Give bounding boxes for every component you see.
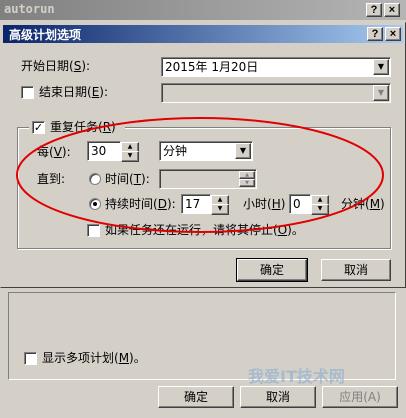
spin-down-icon[interactable]: ▼ — [239, 179, 255, 187]
repeat-task-label: 重复任务(R) — [50, 120, 116, 134]
duration-minutes-input[interactable]: 0 — [289, 194, 311, 214]
dialog-titlebar: 高级计划选项 ? × — [3, 25, 403, 43]
background-apply-button[interactable]: 应用(A) — [322, 386, 398, 408]
every-unit-select[interactable]: 分钟 ▼ — [159, 141, 253, 161]
duration-minutes-label: 分钟(M) — [341, 197, 385, 211]
dialog-close-button[interactable]: × — [385, 27, 401, 41]
background-titlebar: autorun ? × — [0, 0, 406, 20]
dialog-title: 高级计划选项 — [9, 28, 82, 42]
end-date-checkbox[interactable] — [21, 86, 34, 99]
repeat-task-checkbox[interactable]: ✓ — [32, 121, 45, 134]
spin-down-icon[interactable]: ▼ — [311, 204, 329, 215]
background-close-button[interactable]: × — [384, 3, 400, 17]
every-value: 30 — [91, 144, 107, 158]
end-date-picker[interactable]: ▼ — [161, 83, 391, 103]
end-date-label: 结束日期(E): — [39, 85, 109, 99]
dialog-ok-button[interactable]: 确定 — [236, 258, 308, 282]
every-spinner[interactable]: ▲ ▼ — [121, 142, 139, 162]
every-value-input[interactable]: 30 — [87, 141, 121, 161]
until-duration-radio[interactable] — [89, 198, 101, 210]
until-time-radio[interactable] — [89, 173, 101, 185]
show-multiple-schedules-label: 显示多项计划(M)。 — [42, 351, 146, 365]
every-label: 每(V): — [37, 145, 71, 159]
duration-hours-value: 17 — [185, 197, 201, 211]
background-ok-button[interactable]: 确定 — [158, 386, 234, 408]
duration-minutes-value: 0 — [293, 197, 301, 211]
spin-down-icon[interactable]: ▼ — [211, 204, 229, 215]
start-date-label: 开始日期(S): — [21, 59, 91, 73]
background-window-title: autorun — [4, 2, 55, 16]
dialog-help-button[interactable]: ? — [367, 27, 383, 41]
background-help-button[interactable]: ? — [366, 3, 382, 17]
duration-hours-label: 小时(H) — [243, 197, 286, 211]
dialog-cancel-button[interactable]: 取消 — [321, 259, 391, 281]
repeat-task-header: ✓ 重复任务(R) — [29, 119, 125, 135]
duration-hours-spinner[interactable]: ▲ ▼ — [211, 195, 229, 215]
advanced-schedule-dialog: 高级计划选项 ? × 开始日期(S): 2015年 1月20日 ▼ 结束日期(E… — [0, 22, 406, 288]
start-date-value: 2015年 1月20日 — [165, 60, 259, 74]
background-cancel-button[interactable]: 取消 — [240, 386, 316, 408]
show-multiple-schedules-checkbox[interactable] — [24, 352, 37, 365]
spin-up-icon[interactable]: ▲ — [239, 171, 255, 179]
until-time-label: 时间(T): — [105, 172, 150, 186]
until-duration-label: 持续时间(D): — [105, 197, 176, 211]
background-button-bar: 确定 取消 应用(A) — [0, 380, 406, 418]
chevron-down-icon[interactable]: ▼ — [373, 59, 389, 75]
chevron-down-icon[interactable]: ▼ — [373, 85, 389, 101]
stop-if-running-checkbox[interactable] — [87, 224, 100, 237]
watermark-text: 我爱IT技术网 — [248, 367, 345, 386]
until-time-input[interactable]: ▲ ▼ — [159, 169, 257, 189]
duration-hours-input[interactable]: 17 — [181, 194, 211, 214]
until-label: 直到: — [37, 172, 66, 186]
stop-if-running-label: 如果任务还在运行，请将其停止(O)。 — [105, 223, 304, 237]
start-date-picker[interactable]: 2015年 1月20日 ▼ — [161, 57, 391, 77]
every-unit-value: 分钟 — [163, 144, 188, 158]
spin-down-icon[interactable]: ▼ — [121, 151, 139, 162]
chevron-down-icon[interactable]: ▼ — [235, 143, 251, 159]
duration-minutes-spinner[interactable]: ▲ ▼ — [311, 195, 329, 215]
